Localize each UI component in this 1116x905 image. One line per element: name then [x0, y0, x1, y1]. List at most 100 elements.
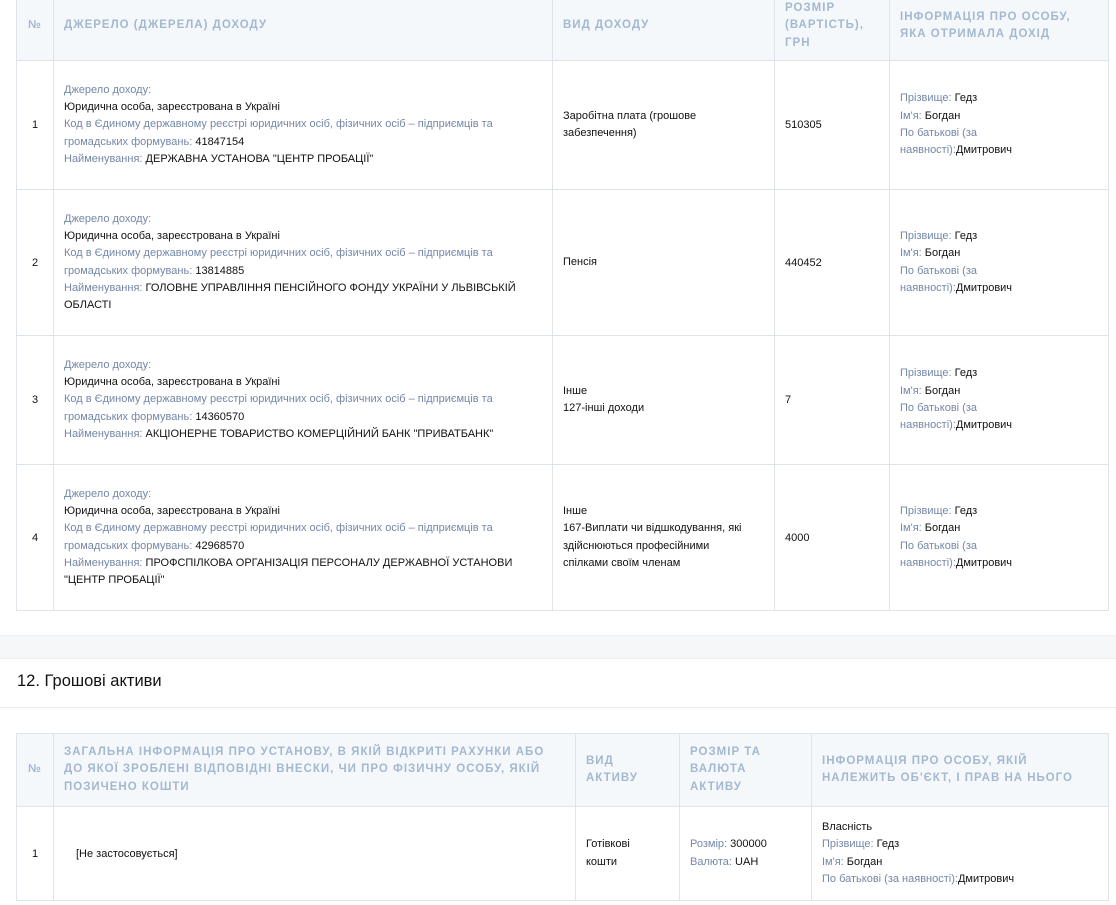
- assets-header-amount-currency: РОЗМІР ТА ВАЛЮТА АКТИВУ: [679, 733, 812, 807]
- income-type-cell: Інше 167-Виплати чи відшкодування, які з…: [552, 464, 775, 611]
- source-label: Джерело доходу:: [64, 83, 152, 96]
- patronymic-label: По батькові (за наявності):: [822, 872, 958, 885]
- asset-type-line: кошти: [586, 855, 618, 868]
- firstname-label: Ім'я:: [900, 522, 922, 535]
- code-value: 14360570: [195, 410, 245, 423]
- code-value: 42968570: [195, 539, 245, 552]
- firstname-value: Богдан: [924, 247, 961, 260]
- name-label: Найменування:: [64, 427, 143, 440]
- income-person-cell: Прізвище: Гедз Ім'я: Богдан По батькові …: [889, 189, 1109, 336]
- patronymic-value: Дмитрович: [957, 872, 1015, 885]
- surname-label: Прізвище:: [900, 229, 952, 242]
- patronymic-value: Дмитрович: [955, 556, 1013, 569]
- ownership-right: Власність: [822, 820, 873, 833]
- table-row: 2 Джерело доходу: Юридична особа, зареєс…: [16, 189, 1109, 336]
- name-label: Найменування:: [64, 556, 143, 569]
- firstname-label: Ім'я:: [900, 109, 922, 122]
- income-amount: 7: [774, 335, 890, 465]
- source-label: Джерело доходу:: [64, 358, 152, 371]
- institution-value: [Не застосовується]: [53, 806, 576, 901]
- surname-value: Гедз: [876, 838, 900, 851]
- assets-header-asset-type: ВИД АКТИВУ: [575, 733, 680, 807]
- source-entity: Юридична особа, зареєстрована в Україні: [64, 229, 280, 242]
- income-person-cell: Прізвище: Гедз Ім'я: Богдан По батькові …: [889, 335, 1109, 465]
- name-label: Найменування:: [64, 152, 143, 165]
- assets-header-row: № ЗАГАЛЬНА ІНФОРМАЦІЯ ПРО УСТАНОВУ, В ЯК…: [16, 733, 1109, 807]
- income-table: № ДЖЕРЕЛО (ДЖЕРЕЛА) ДОХОДУ ВИД ДОХОДУ РО…: [16, 0, 1109, 611]
- income-amount: 4000: [774, 464, 890, 611]
- code-label: Код в Єдиному державному реєстрі юридичн…: [64, 247, 493, 277]
- firstname-value: Богдан: [846, 855, 883, 868]
- income-header-person: ІНФОРМАЦІЯ ПРО ОСОБУ, ЯКА ОТРИМАЛА ДОХІД: [889, 0, 1109, 61]
- name-value: АКЦІОНЕРНЕ ТОВАРИСТВО КОМЕРЦІЙНИЙ БАНК "…: [145, 427, 494, 440]
- surname-value: Гедз: [954, 92, 978, 105]
- size-value: 300000: [730, 838, 767, 851]
- income-type-cell: Заробітна плата (грошове забезпечення): [552, 60, 775, 190]
- income-source-cell: Джерело доходу: Юридична особа, зареєстр…: [53, 335, 553, 465]
- income-header-num: №: [16, 0, 54, 61]
- income-source-cell: Джерело доходу: Юридична особа, зареєстр…: [53, 189, 553, 336]
- income-type-line: Пенсія: [563, 255, 597, 268]
- name-label: Найменування:: [64, 281, 143, 294]
- income-header-source: ДЖЕРЕЛО (ДЖЕРЕЛА) ДОХОДУ: [53, 0, 553, 61]
- income-amount: 510305: [774, 60, 890, 190]
- income-source-cell: Джерело доходу: Юридична особа, зареєстр…: [53, 464, 553, 611]
- code-value: 41847154: [195, 135, 245, 148]
- table-row: 1 Джерело доходу: Юридична особа, зареєс…: [16, 60, 1109, 190]
- surname-label: Прізвище:: [900, 92, 952, 105]
- owner-cell: Власність Прізвище: Гедз Ім'я: Богдан По…: [811, 806, 1109, 901]
- table-row: 4 Джерело доходу: Юридична особа, зареєс…: [16, 464, 1109, 611]
- surname-label: Прізвище:: [900, 367, 952, 380]
- surname-label: Прізвище:: [822, 838, 874, 851]
- surname-value: Гедз: [954, 367, 978, 380]
- income-type-line: 127-інші доходи: [563, 402, 645, 414]
- row-number: 2: [16, 189, 54, 336]
- source-entity: Юридична особа, зареєстрована в Україні: [64, 101, 280, 114]
- firstname-label: Ім'я:: [900, 384, 922, 397]
- firstname-label: Ім'я:: [822, 855, 844, 868]
- assets-header-num: №: [16, 733, 54, 807]
- income-amount: 440452: [774, 189, 890, 336]
- income-header-amount: РОЗМІР (ВАРТІСТЬ), ГРН: [774, 0, 890, 61]
- income-header-row: № ДЖЕРЕЛО (ДЖЕРЕЛА) ДОХОДУ ВИД ДОХОДУ РО…: [16, 0, 1109, 61]
- surname-label: Прізвище:: [900, 504, 952, 517]
- table-row: 1 [Не застосовується] Готівкові кошти Ро…: [16, 806, 1109, 901]
- source-entity: Юридична особа, зареєстрована в Україні: [64, 504, 280, 517]
- asset-type-line: Готівкові: [586, 838, 630, 851]
- firstname-value: Богдан: [924, 109, 961, 122]
- income-type-line: здійснюються професійними: [563, 539, 710, 552]
- income-person-cell: Прізвище: Гедз Ім'я: Богдан По батькові …: [889, 60, 1109, 190]
- source-label: Джерело доходу:: [64, 212, 152, 225]
- size-label: Розмір:: [690, 838, 728, 851]
- patronymic-value: Дмитрович: [955, 281, 1013, 294]
- section-divider: [0, 707, 1116, 708]
- monetary-assets-table: № ЗАГАЛЬНА ІНФОРМАЦІЯ ПРО УСТАНОВУ, В ЯК…: [16, 733, 1109, 901]
- currency-label: Валюта:: [690, 855, 732, 868]
- income-type-line: Інше: [563, 504, 588, 517]
- income-header-type: ВИД ДОХОДУ: [552, 0, 775, 61]
- code-label: Код в Єдиному державному реєстрі юридичн…: [64, 118, 493, 148]
- surname-value: Гедз: [954, 229, 978, 242]
- firstname-value: Богдан: [924, 522, 961, 535]
- currency-value: UAH: [735, 855, 759, 868]
- row-number: 4: [16, 464, 54, 611]
- assets-header-institution: ЗАГАЛЬНА ІНФОРМАЦІЯ ПРО УСТАНОВУ, В ЯКІЙ…: [53, 733, 576, 807]
- income-type-cell: Інше 127-інші доходи: [552, 335, 775, 465]
- firstname-label: Ім'я:: [900, 247, 922, 260]
- row-number: 1: [16, 60, 54, 190]
- source-label: Джерело доходу:: [64, 487, 152, 500]
- name-value: ДЕРЖАВНА УСТАНОВА "ЦЕНТР ПРОБАЦІЇ": [145, 152, 374, 165]
- section-title: 12. Грошові активи: [17, 672, 162, 690]
- row-number: 1: [16, 806, 54, 901]
- income-type-line: Інше: [563, 384, 588, 397]
- income-source-cell: Джерело доходу: Юридична особа, зареєстр…: [53, 60, 553, 190]
- row-number: 3: [16, 335, 54, 465]
- income-type-line: забезпечення): [563, 127, 637, 139]
- section-separator: [0, 635, 1116, 659]
- code-label: Код в Єдиному державному реєстрі юридичн…: [64, 522, 493, 552]
- asset-type-cell: Готівкові кошти: [575, 806, 680, 901]
- patronymic-value: Дмитрович: [955, 419, 1013, 432]
- patronymic-value: Дмитрович: [955, 144, 1013, 157]
- table-row: 3 Джерело доходу: Юридична особа, зареєс…: [16, 335, 1109, 465]
- income-type-cell: Пенсія: [552, 189, 775, 336]
